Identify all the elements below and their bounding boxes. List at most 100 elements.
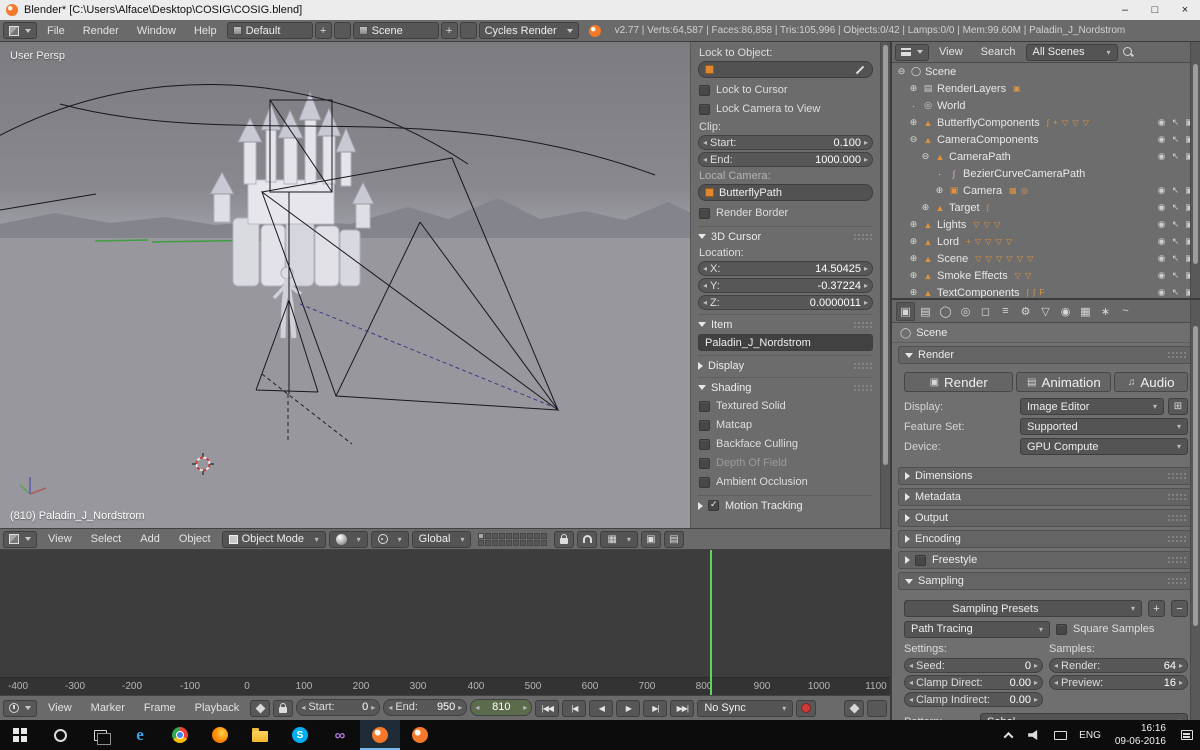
expand-icon[interactable]: [934, 185, 945, 196]
section-header-encoding[interactable]: Encoding: [898, 530, 1194, 548]
layer-cell[interactable]: [485, 532, 492, 539]
outliner-item-scene-group[interactable]: Scene ▽ ▽ ▽ ▽ ▽ ▽: [892, 250, 1200, 267]
frame-end-field[interactable]: End: 950: [383, 698, 468, 716]
tab-constraints[interactable]: [996, 302, 1015, 321]
start-button[interactable]: [0, 720, 40, 750]
properties-scrollbar[interactable]: [1190, 300, 1200, 720]
mode-dropdown[interactable]: Object Mode: [221, 530, 326, 548]
integrator-dropdown[interactable]: Path Tracing: [904, 620, 1050, 638]
layer-cell[interactable]: [478, 532, 485, 539]
tab-physics[interactable]: [1116, 302, 1135, 321]
viewport-scrollbar[interactable]: [880, 42, 890, 528]
layer-cell[interactable]: [478, 539, 485, 546]
selectability-cursor-icon[interactable]: [1169, 151, 1182, 162]
tab-scene[interactable]: [936, 302, 955, 321]
textured-solid-checkbox[interactable]: Textured Solid: [699, 397, 872, 415]
menu-select[interactable]: Select: [83, 529, 130, 549]
cortana-search-button[interactable]: [40, 720, 80, 750]
scrollbar-thumb[interactable]: [1193, 64, 1198, 264]
layer-cell[interactable]: [541, 539, 548, 546]
display-dropdown[interactable]: Image Editor: [1020, 398, 1164, 415]
jump-to-end-button[interactable]: [670, 699, 695, 717]
layer-cell[interactable]: [520, 532, 527, 539]
visibility-eye-icon[interactable]: [1155, 287, 1168, 298]
cursor-y-field[interactable]: Y: -0.37224: [698, 278, 873, 293]
chrome-app-button[interactable]: [160, 720, 200, 750]
outliner-item-lord[interactable]: Lord + ▽ ▽ ▽ ▽: [892, 233, 1200, 250]
remove-preset-button[interactable]: [1171, 600, 1188, 617]
section-header-dimensions[interactable]: Dimensions: [898, 467, 1194, 485]
task-view-button[interactable]: [80, 720, 120, 750]
properties-region[interactable]: Scene Render ▣ Render ▤ Animation ♫ Audio D…: [892, 300, 1200, 720]
expand-icon[interactable]: [908, 134, 919, 145]
object-name-field[interactable]: Paladin_J_Nordstrom: [698, 334, 873, 351]
minimize-button[interactable]: –: [1110, 0, 1140, 20]
layer-cell[interactable]: [506, 539, 513, 546]
section-header-output[interactable]: Output: [898, 509, 1194, 527]
visibility-eye-icon[interactable]: [1155, 219, 1168, 230]
seed-field[interactable]: Seed: 0: [904, 658, 1043, 673]
close-scene-button[interactable]: [459, 22, 477, 39]
lock-to-cursor-checkbox[interactable]: Lock to Cursor: [699, 81, 872, 99]
cursor-x-field[interactable]: X: 14.50425: [698, 261, 873, 276]
visibility-eye-icon[interactable]: [1155, 236, 1168, 247]
section-header-metadata[interactable]: Metadata: [898, 488, 1194, 506]
expand-icon[interactable]: [908, 117, 919, 128]
tab-world[interactable]: [956, 302, 975, 321]
checkbox-icon[interactable]: [699, 438, 710, 450]
action-center-button[interactable]: [1174, 720, 1200, 750]
lock-object-field[interactable]: [698, 61, 873, 78]
outliner-item-world[interactable]: World: [892, 97, 1200, 114]
outliner-item-scene[interactable]: Scene: [892, 63, 1200, 80]
sampling-presets-dropdown[interactable]: Sampling Presets: [904, 600, 1142, 617]
motion-tracking-checkbox[interactable]: [708, 499, 719, 511]
eyedropper-icon[interactable]: [854, 64, 866, 76]
selectability-cursor-icon[interactable]: [1169, 287, 1182, 298]
expand-icon[interactable]: [908, 83, 919, 94]
selectability-cursor-icon[interactable]: [1169, 185, 1182, 196]
local-camera-field[interactable]: ButterflyPath: [698, 184, 873, 201]
checkbox-icon[interactable]: [699, 400, 710, 412]
frame-start-field[interactable]: Start: 0: [296, 698, 381, 716]
layer-cell[interactable]: [534, 532, 541, 539]
layer-cell[interactable]: [485, 539, 492, 546]
layer-selector[interactable]: [478, 532, 548, 546]
visibility-eye-icon[interactable]: [1155, 253, 1168, 264]
depth-of-field-checkbox[interactable]: Depth Of Field: [699, 454, 872, 472]
new-window-icon[interactable]: [1168, 398, 1188, 415]
selectability-cursor-icon[interactable]: [1169, 117, 1182, 128]
panel-header-shading[interactable]: Shading: [698, 377, 873, 395]
insert-keyframe-button[interactable]: [844, 699, 864, 717]
layer-cell[interactable]: [492, 532, 499, 539]
jump-prev-keyframe-button[interactable]: [562, 699, 587, 717]
expand-icon[interactable]: [908, 287, 919, 298]
scrollbar-thumb[interactable]: [1193, 326, 1198, 626]
lock-camera-checkbox[interactable]: Lock Camera to View: [699, 100, 872, 118]
outliner-item-renderlayers[interactable]: RenderLayers ▣: [892, 80, 1200, 97]
av-sync-dropdown[interactable]: No Sync: [697, 699, 794, 717]
add-scene-button[interactable]: [440, 22, 458, 39]
checkbox-icon[interactable]: [1056, 623, 1067, 635]
clip-start-field[interactable]: Start: 0.100: [698, 135, 873, 150]
layer-cell[interactable]: [492, 539, 499, 546]
outliner-item-camerapath[interactable]: CameraPath: [892, 148, 1200, 165]
edge-app-button[interactable]: [120, 720, 160, 750]
layer-cell[interactable]: [513, 532, 520, 539]
layer-cell[interactable]: [541, 532, 548, 539]
snap-element-dropdown[interactable]: ▦: [600, 530, 638, 548]
freestyle-checkbox[interactable]: [915, 554, 926, 566]
checkbox-icon[interactable]: [699, 207, 710, 219]
lock-frame-range-icon[interactable]: [273, 699, 294, 717]
panel-header-display[interactable]: Display: [698, 355, 873, 373]
checkbox-icon[interactable]: [699, 84, 710, 96]
tab-object-data[interactable]: [1036, 302, 1055, 321]
scene-selector[interactable]: Scene: [352, 22, 439, 39]
snap-toggle[interactable]: [577, 530, 598, 548]
expand-icon[interactable]: [896, 66, 907, 77]
tab-texture[interactable]: [1076, 302, 1095, 321]
expand-icon[interactable]: [920, 202, 931, 213]
render-engine-selector[interactable]: Cycles Render: [478, 22, 579, 39]
add-preset-button[interactable]: [1148, 600, 1165, 617]
close-button[interactable]: ×: [1170, 0, 1200, 20]
menu-object[interactable]: Object: [171, 529, 219, 549]
